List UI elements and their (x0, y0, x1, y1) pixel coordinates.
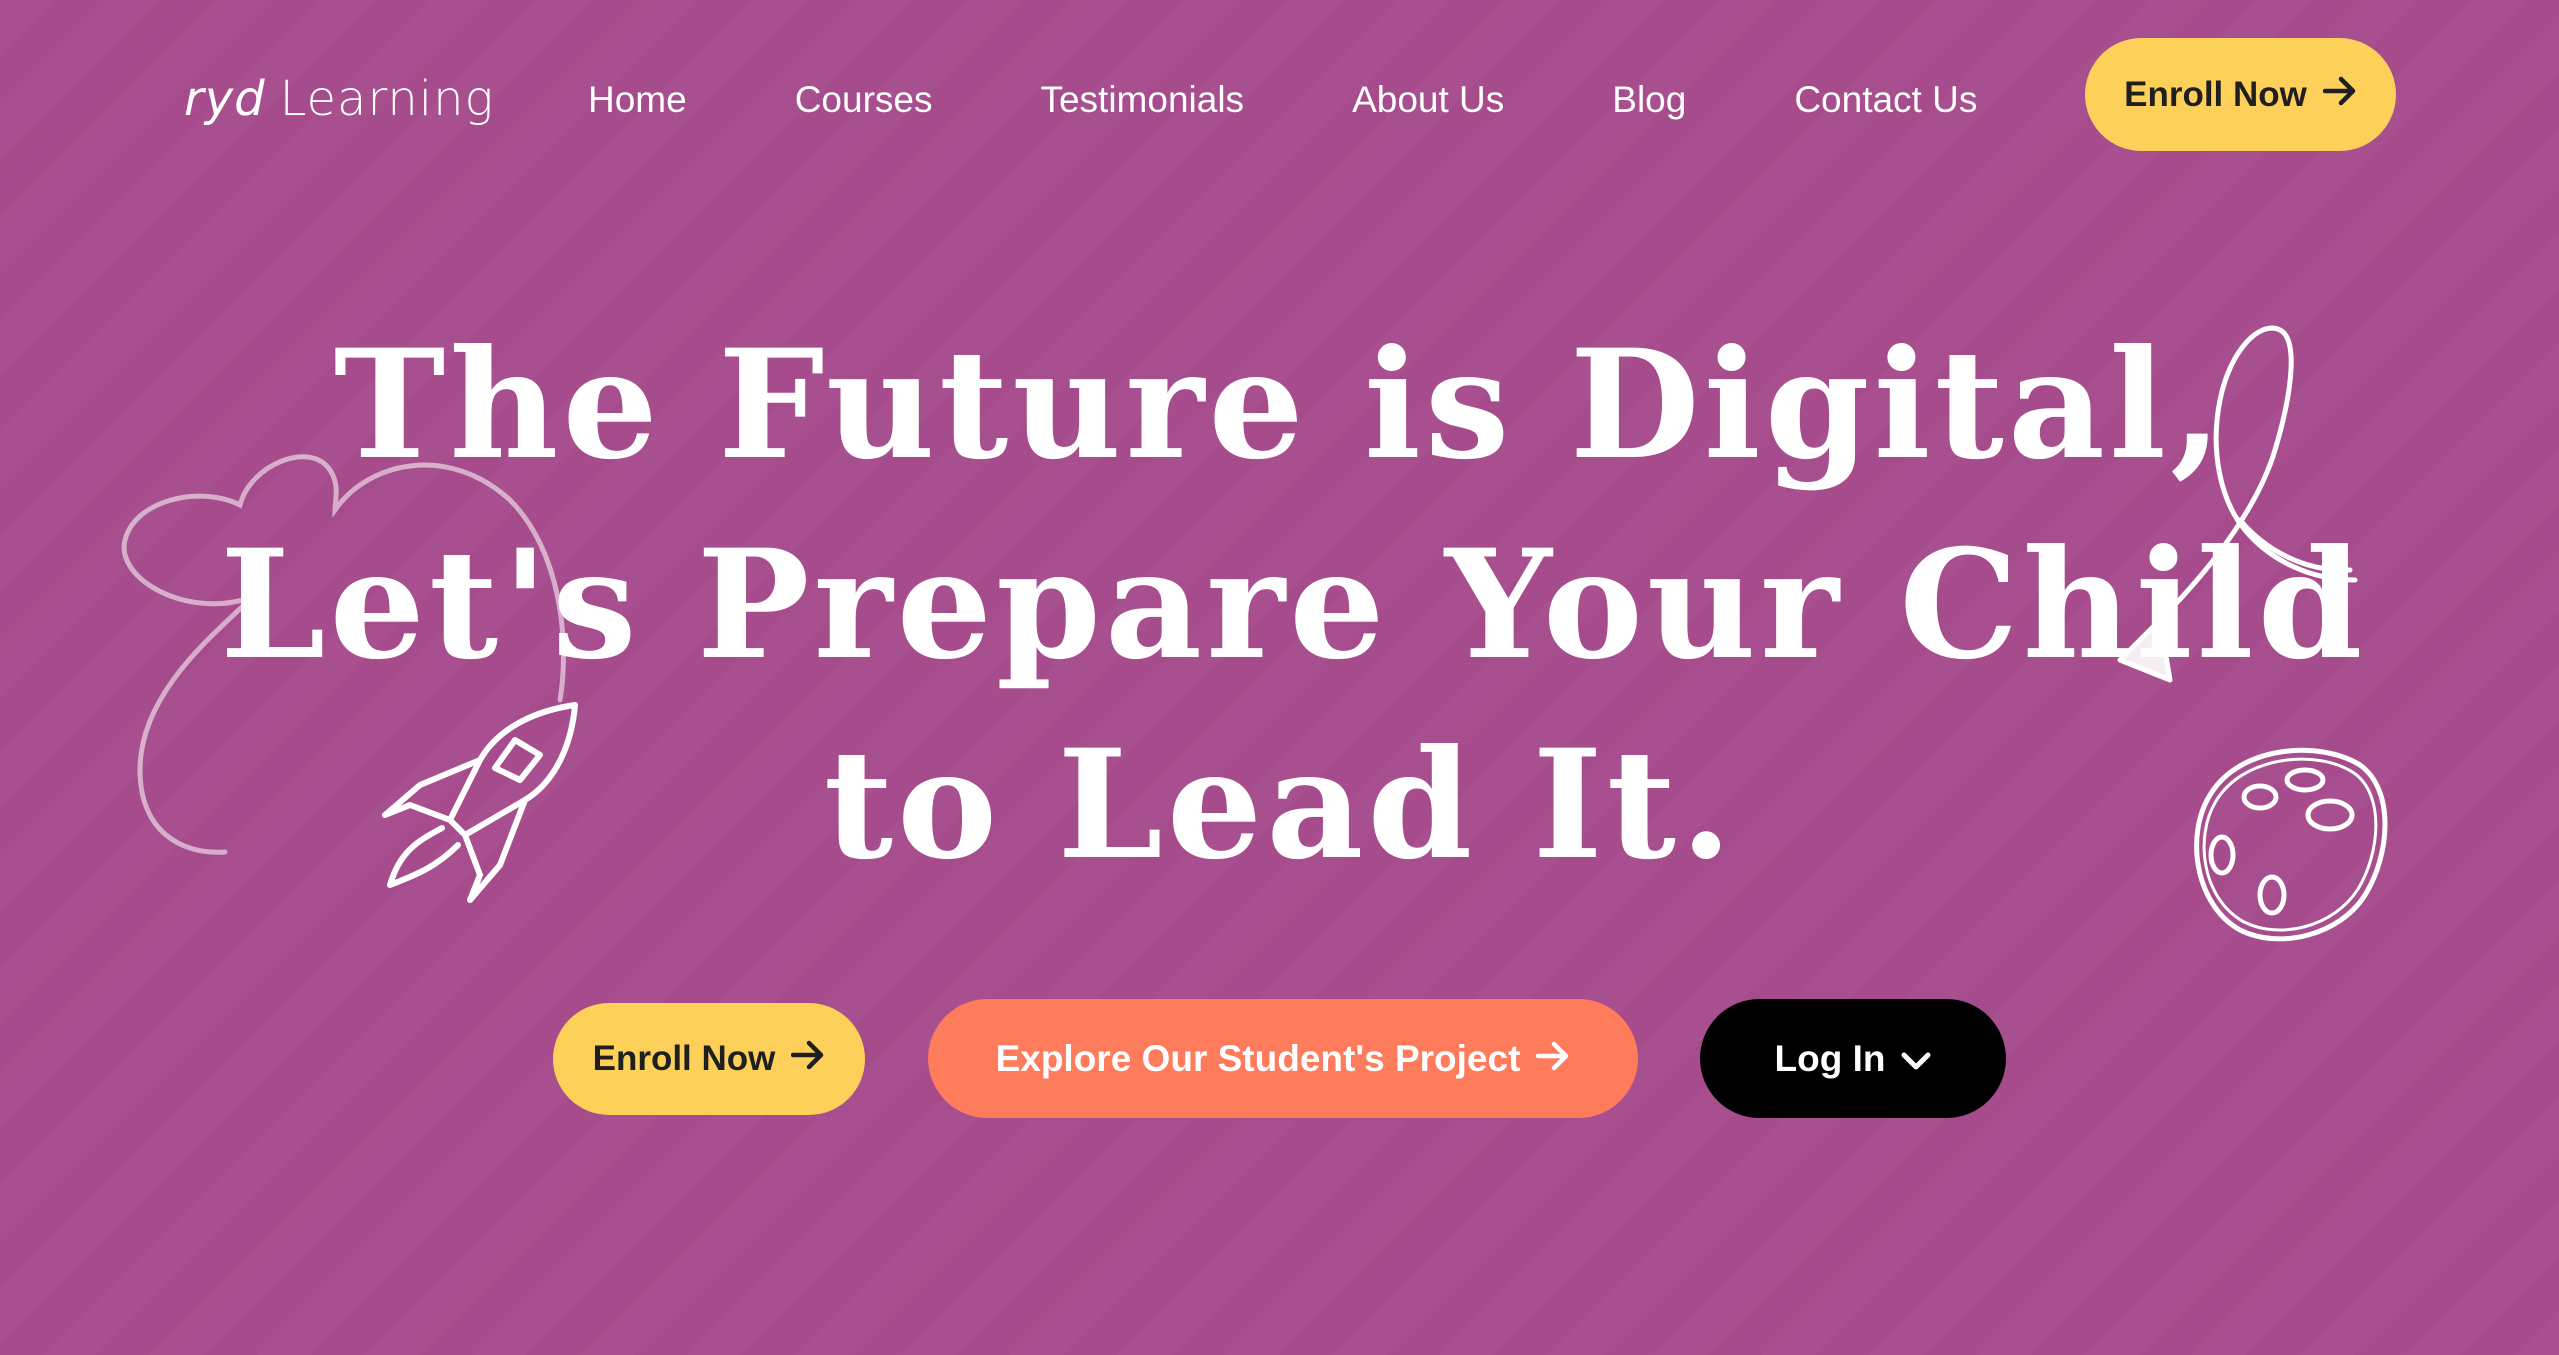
nav-item-testimonials[interactable]: Testimonials (1040, 79, 1244, 121)
nav-item-courses[interactable]: Courses (795, 79, 933, 121)
login-dropdown-button[interactable]: Log In (1700, 999, 2006, 1118)
landing-page: ryd Learning Home Courses Testimonials A… (0, 0, 2559, 1355)
hero-headline-line-1: The Future is Digital, (333, 317, 2227, 493)
arrow-right-icon (1536, 1038, 1570, 1080)
logo-mark: ryd (184, 71, 266, 127)
arrow-right-icon (791, 1039, 825, 1079)
login-label: Log In (1774, 1037, 1886, 1079)
nav-item-home[interactable]: Home (588, 79, 687, 121)
header-enroll-now-button[interactable]: Enroll Now (2085, 38, 2396, 151)
nav-item-about-us[interactable]: About Us (1352, 79, 1504, 121)
main-nav: Home Courses Testimonials About Us Blog … (588, 68, 1977, 132)
hero-headline-line-3: to Lead It. (823, 717, 1737, 893)
hero-headline: The Future is Digital, Let's Prepare You… (220, 305, 2367, 905)
nav-item-blog[interactable]: Blog (1612, 79, 1686, 121)
header-enroll-now-label: Enroll Now (2124, 74, 2307, 114)
logo-word: Learning (279, 71, 495, 127)
chevron-down-icon (1901, 1038, 1931, 1080)
hero-headline-line-2: Let's Prepare Your Child (220, 517, 2367, 693)
arrow-right-icon (2322, 75, 2357, 115)
explore-student-projects-button[interactable]: Explore Our Student's Project (928, 999, 1638, 1118)
hero-enroll-now-button[interactable]: Enroll Now (553, 1003, 865, 1115)
nav-item-contact-us[interactable]: Contact Us (1794, 79, 1977, 121)
hero-enroll-now-label: Enroll Now (592, 1039, 776, 1078)
brand-logo[interactable]: ryd Learning (184, 64, 514, 134)
explore-student-projects-label: Explore Our Student's Project (995, 1037, 1521, 1079)
